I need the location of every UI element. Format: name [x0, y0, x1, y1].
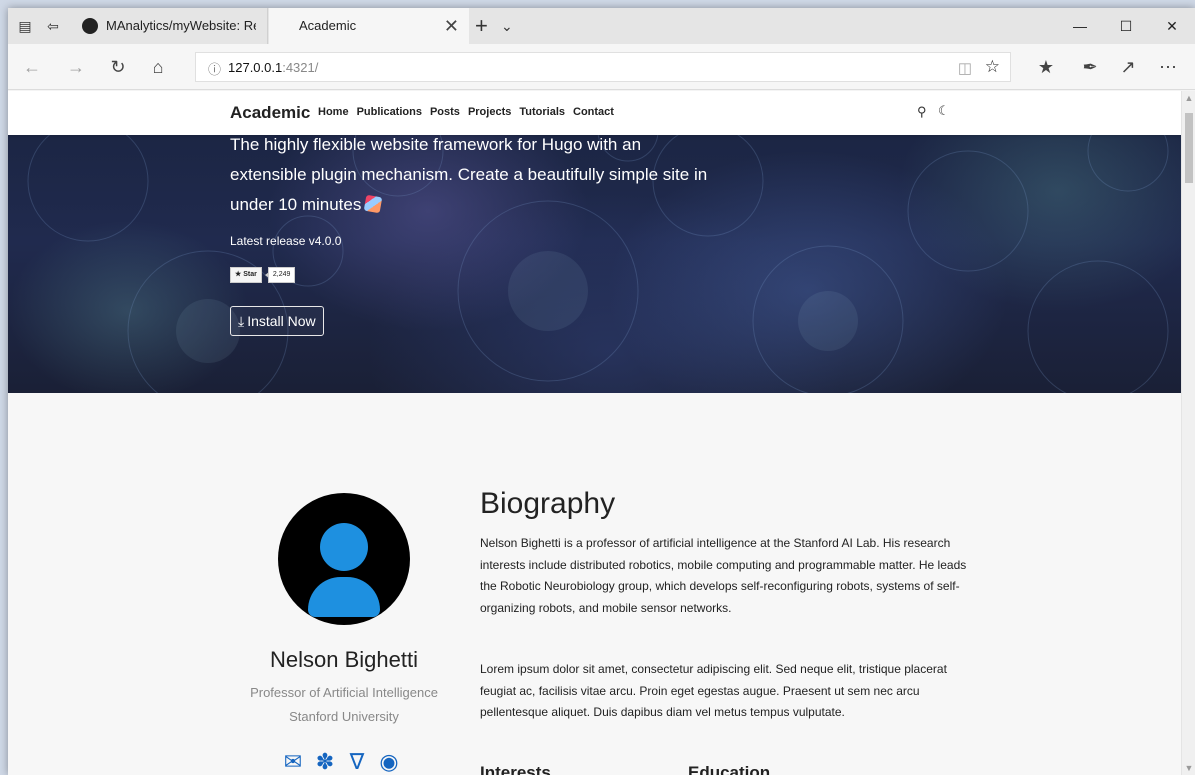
avatar-body [308, 577, 380, 617]
interests-heading: Interests [480, 763, 551, 775]
hero-lead-line: extensible plugin mechanism. Create a be… [230, 165, 708, 184]
pen-icon[interactable]: ✒ [1078, 55, 1102, 79]
github-star-button[interactable]: ★ Star [230, 267, 262, 283]
browser-window: ▤ ⇦ MAnalytics/myWebsite: Rep Academic ✕… [8, 8, 1195, 775]
menu-item-tutorials[interactable]: Tutorials [519, 106, 565, 118]
scroll-up-icon[interactable]: ▲ [1182, 93, 1195, 103]
rocket-icon [364, 194, 383, 214]
person-name: Nelson Bighetti [270, 647, 418, 672]
envelope-icon[interactable]: ✉ [280, 749, 306, 775]
install-button[interactable]: ⤓ Install Now [230, 306, 324, 336]
close-icon[interactable]: ✕ [444, 8, 459, 44]
info-icon[interactable]: ⓘ [208, 59, 221, 78]
avatar-head [320, 523, 368, 571]
biography-paragraph: Nelson Bighetti is a professor of artifi… [480, 536, 967, 615]
new-tab-button[interactable]: + [475, 8, 488, 44]
chevron-down-icon[interactable]: ⌄ [501, 8, 513, 44]
search-icon[interactable]: ⚲ [917, 104, 927, 120]
page-viewport: The highly flexible website framework fo… [8, 91, 1181, 775]
refresh-icon[interactable]: ↻ [106, 55, 130, 79]
url-text[interactable]: 127.0.0.1:4321/ [228, 60, 318, 75]
github-icon[interactable]: ◉ [376, 749, 402, 775]
download-icon: ⤓ [238, 313, 245, 329]
social-links: ✉ ✽ ∇ ◉ [280, 749, 402, 775]
tab-academic[interactable]: Academic ✕ [269, 8, 469, 44]
minimize-button[interactable]: — [1057, 8, 1103, 44]
hero-lead-line: under 10 minutes [230, 194, 383, 215]
menu-item-posts[interactable]: Posts [430, 106, 460, 118]
favorite-star-icon[interactable]: ☆ [985, 57, 1000, 77]
education-heading: Education [688, 763, 771, 775]
moon-icon[interactable]: ☾ [938, 103, 950, 119]
address-bar[interactable]: ⓘ 127.0.0.1:4321/ ◫ ☆ [195, 52, 1011, 82]
forward-icon[interactable]: → [64, 55, 88, 79]
menu-item-projects[interactable]: Projects [468, 106, 511, 118]
tab-back-icon[interactable]: ⇦ [44, 17, 62, 35]
tab-github[interactable]: MAnalytics/myWebsite: Rep [72, 8, 268, 44]
tab-strip: ▤ ⇦ MAnalytics/myWebsite: Rep Academic ✕… [8, 8, 1195, 44]
vertical-scrollbar[interactable]: ▲ ▼ [1181, 91, 1195, 775]
release-text: Latest release v4.0.0 [230, 234, 342, 248]
menu-item-contact[interactable]: Contact [573, 106, 614, 118]
hero-section: The highly flexible website framework fo… [8, 91, 1181, 393]
biography-paragraph: Lorem ipsum dolor sit amet, consectetur … [480, 662, 947, 720]
biography-heading: Biography [480, 487, 616, 520]
twitter-icon[interactable]: ✽ [312, 749, 338, 775]
tab-label: MAnalytics/myWebsite: Rep [106, 18, 256, 33]
github-icon [82, 18, 98, 34]
github-star-count[interactable]: 2,249 [264, 267, 296, 283]
back-icon[interactable]: ← [20, 55, 44, 79]
google-scholar-icon[interactable]: ∇ [344, 749, 370, 775]
tab-label: Academic [299, 18, 357, 33]
scroll-down-icon[interactable]: ▼ [1182, 763, 1195, 773]
scrollbar-thumb[interactable] [1185, 113, 1193, 183]
person-organization: Stanford University [289, 709, 399, 724]
more-icon[interactable]: ⋯ [1156, 55, 1180, 79]
share-icon[interactable]: ↗ [1116, 55, 1140, 79]
browser-toolbar: ← → ↻ ⌂ ⓘ 127.0.0.1:4321/ ◫ ☆ ★ ✒ ↗ ⋯ [8, 44, 1195, 90]
favorites-list-icon[interactable]: ★ [1034, 55, 1058, 79]
window-icon[interactable]: ▤ [16, 17, 34, 35]
site-brand[interactable]: Academic [230, 103, 310, 123]
person-role: Professor of Artificial Intelligence [250, 685, 438, 700]
home-icon[interactable]: ⌂ [146, 55, 170, 79]
avatar [278, 493, 410, 625]
reading-view-icon[interactable]: ◫ [958, 59, 972, 77]
menu-item-home[interactable]: Home [318, 106, 349, 118]
github-star-widget: ★ Star 2,249 [230, 267, 296, 283]
site-menu: Home Publications Posts Projects Tutoria… [318, 106, 614, 118]
hero-lead-line: The highly flexible website framework fo… [230, 135, 642, 154]
menu-item-publications[interactable]: Publications [357, 106, 422, 118]
site-navbar: Academic Home Publications Posts Project… [8, 91, 1181, 135]
maximize-button[interactable]: ☐ [1103, 8, 1149, 44]
close-window-button[interactable]: ✕ [1149, 8, 1195, 44]
